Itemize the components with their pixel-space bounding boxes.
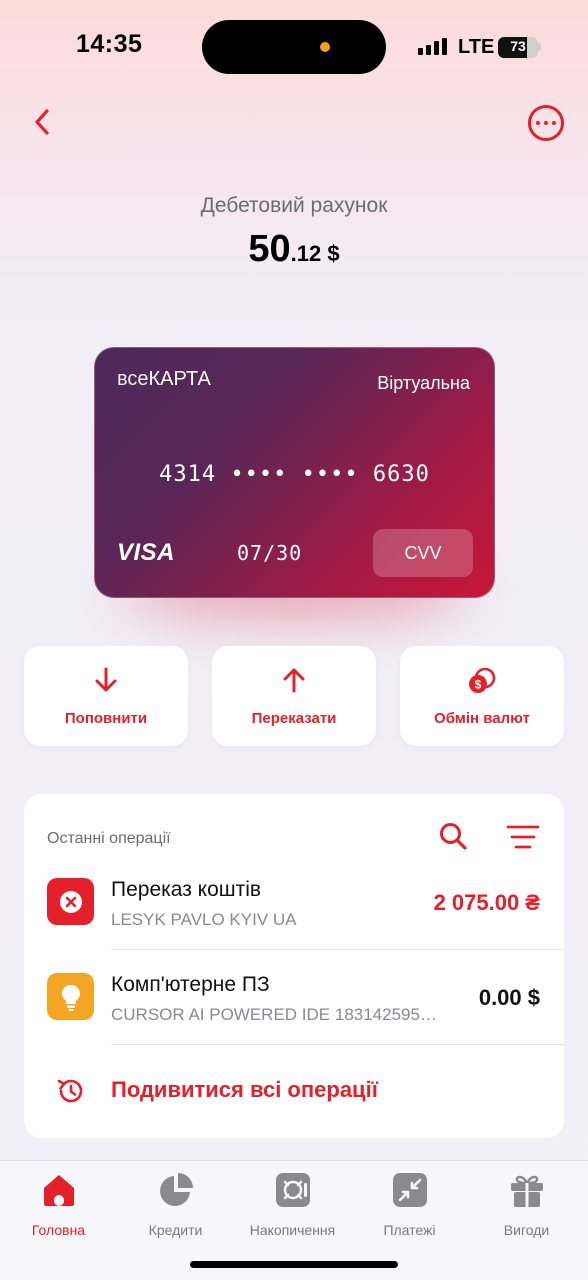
operation-amount: 0.00 $ [478,985,540,1010]
operation-amount: 2 075.00 ₴ [433,890,540,915]
currency-exchange-label: Обмін валют [434,710,530,727]
home-indicator[interactable] [190,1261,398,1268]
operation-row[interactable]: Комп'ютерне ПЗ CURSOR AI POWERED IDE 183… [24,949,564,1044]
operation-description: CURSOR AI POWERED IDE 183142595… [111,1005,437,1024]
visa-logo: VISA [117,539,176,566]
chevron-left-icon [35,109,49,135]
virtual-card[interactable]: всеКАРТА Віртуальна 4314 •••• •••• 6630 … [94,347,495,598]
account-title: Дебетовий рахунок [200,194,388,217]
pie-chart-icon [159,1173,193,1206]
operation-row[interactable]: Переказ коштів LESYK PAVLO KYIV UA 2 075… [24,854,564,949]
dynamic-island [202,20,386,74]
nav-label-savings: Накопичення [249,1222,336,1238]
nav-label-home: Головна [31,1222,86,1238]
search-icon[interactable] [438,821,468,851]
card-type: Віртуальна [377,373,470,393]
nav-item-payments[interactable]: Платежі [351,1171,468,1241]
battery-icon: 73 [498,37,538,58]
currency-exchange-button[interactable]: $ Обмін валют [400,646,564,746]
cvv-button[interactable]: CVV [373,529,473,577]
operation-name: Комп'ютерне ПЗ [111,973,270,996]
card-number: 4314 •••• •••• 6630 [159,462,430,487]
lightbulb-icon [47,973,94,1020]
operation-description: LESYK PAVLO KYIV UA [111,910,297,929]
cancel-x-icon [47,878,94,925]
arrow-up-icon [283,668,305,693]
gift-icon [510,1175,543,1207]
signal-icon [418,38,447,55]
currency-exchange-icon: $ [469,667,496,693]
battery-level: 73 [510,38,526,54]
nav-item-benefits[interactable]: Вигоди [468,1171,585,1241]
status-time: 14:35 [76,30,143,58]
balance-fraction: .12 $ [290,241,340,266]
arrow-down-icon [95,667,117,692]
transfer-label: Переказати [251,710,337,727]
home-icon [43,1175,74,1206]
privacy-indicator-dot [320,42,330,52]
safe-icon [275,1173,310,1207]
card-expiry: 07/30 [237,541,303,565]
more-options-button[interactable] [528,105,564,141]
nav-item-credits[interactable]: Кредити [117,1171,234,1241]
account-balance: 50.12 $ [0,228,588,271]
svg-text:$: $ [475,678,482,692]
recent-operations-title: Останні операції [47,830,171,847]
view-all-operations-link[interactable]: Подивитися всі операції [111,1077,378,1103]
nav-item-savings[interactable]: Накопичення [234,1171,351,1241]
transfer-button[interactable]: Переказати [212,646,376,746]
transfer-icon [392,1173,427,1207]
divider [111,1044,564,1045]
topup-button[interactable]: Поповнити [24,646,188,746]
network-type: LTE [458,36,495,58]
card-brand-logo: всеКАРТА [117,368,211,390]
nav-label-payments: Платежі [383,1222,436,1238]
back-button[interactable] [24,104,60,140]
operation-name: Переказ коштів [111,878,262,901]
nav-label-benefits: Вигоди [503,1222,550,1238]
topup-label: Поповнити [64,710,148,727]
balance-integer: 50 [248,228,291,270]
nav-label-credits: Кредити [148,1222,203,1238]
history-icon [57,1079,83,1103]
nav-item-home[interactable]: Головна [0,1171,117,1241]
filter-icon[interactable] [506,825,540,849]
recent-operations-panel: Останні операції Переказ коштів LESYK PA… [24,794,564,1138]
